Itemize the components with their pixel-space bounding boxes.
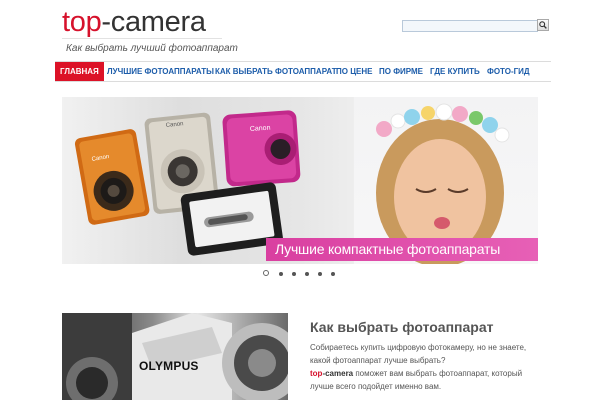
nav-item-home[interactable]: Главная: [55, 62, 104, 81]
pink-camera-brand: Canon: [250, 125, 271, 133]
site-logo[interactable]: top-camera: [62, 4, 206, 40]
hero-slider[interactable]: Canon Canon Canon Лучшие компактные фото…: [62, 97, 538, 264]
section-description: Собираетесь купить цифровую фотокамеру, …: [310, 341, 540, 393]
nav-item-how-to-choose[interactable]: Как выбрать фотоаппарат: [215, 62, 337, 81]
slider-dot-6[interactable]: [331, 272, 335, 276]
nav-item-photo-guide[interactable]: Фото-гид: [487, 62, 530, 81]
slider-dot-2[interactable]: [279, 272, 283, 276]
section-text-line2: top-camera поможет вам выбрать фотоаппар…: [310, 367, 540, 393]
slider-dot-3[interactable]: [292, 272, 296, 276]
main-nav: Главная Лучшие фотоаппараты Как выбрать …: [55, 61, 551, 82]
nav-item-where-to-buy[interactable]: Где купить: [430, 62, 480, 81]
slider-dot-5[interactable]: [318, 272, 322, 276]
search-input[interactable]: [402, 20, 538, 32]
section-title: Как выбрать фотоаппарат: [310, 319, 494, 335]
site-tagline: Как выбрать лучший фотоаппарат: [66, 43, 238, 54]
slider-dot-1[interactable]: [263, 270, 269, 276]
slider-dot-4[interactable]: [305, 272, 309, 276]
section-text-line1: Собираетесь купить цифровую фотокамеру, …: [310, 343, 527, 365]
nav-item-best-cameras[interactable]: Лучшие фотоаппараты: [107, 62, 214, 81]
inline-brand-top: top: [310, 369, 323, 378]
nav-item-by-brand[interactable]: По фирме: [379, 62, 423, 81]
hero-banner-text: Лучшие компактные фотоаппараты: [275, 241, 501, 257]
olympus-brand-label: OLYMPUS: [139, 359, 199, 373]
logo-part-top: top: [62, 6, 102, 38]
nav-item-by-price[interactable]: По цене: [336, 62, 373, 81]
search-icon: [539, 21, 547, 29]
tagline-divider: [62, 38, 222, 39]
inline-brand-camera: -camera: [322, 369, 354, 378]
search-button[interactable]: [537, 19, 549, 31]
slider-pagination: [263, 270, 343, 278]
logo-part-camera: -camera: [101, 6, 206, 38]
olympus-camera-illustration: [62, 313, 288, 400]
olympus-camera-image: [62, 313, 288, 400]
